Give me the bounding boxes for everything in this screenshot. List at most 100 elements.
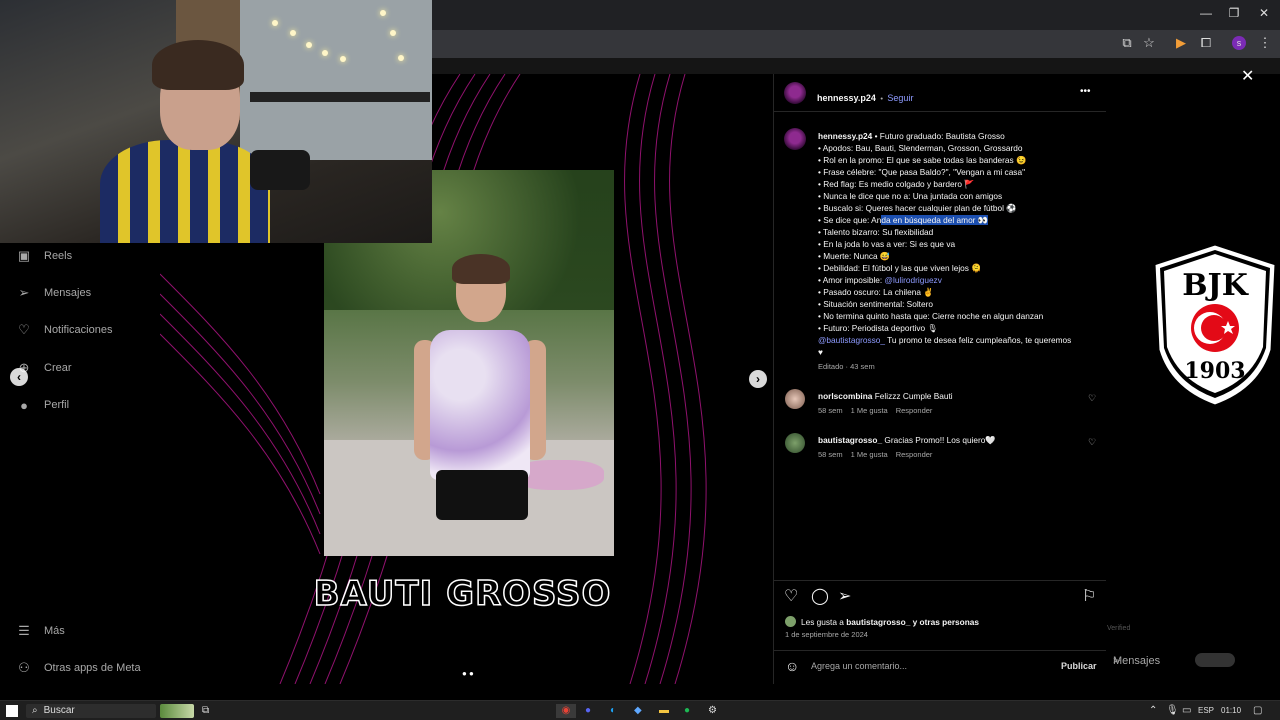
comment-likes[interactable]: 1 Me gusta (851, 450, 888, 459)
caption-avatar[interactable] (784, 128, 806, 150)
profile-icon: ● (20, 397, 28, 413)
restore-button[interactable]: ❐ (1224, 6, 1244, 22)
share-send-icon[interactable]: ➢ (838, 586, 851, 606)
reply-button[interactable]: Responder (896, 450, 933, 459)
taskbar-widget[interactable] (160, 704, 194, 718)
browser-title-bar (430, 0, 1280, 30)
sidebar-item-label: Crear (44, 362, 72, 374)
task-view-icon[interactable]: ⧉ (202, 704, 209, 718)
comment-likes[interactable]: 1 Me gusta (851, 406, 888, 415)
sidebar-item-messages[interactable]: ➢ Mensajes (16, 283, 92, 303)
verified-label: Verified (1107, 625, 1131, 632)
likes-summary[interactable]: Les gusta a bautistagrosso_ y otras pers… (801, 616, 979, 628)
sidebar-item-label: Más (44, 625, 65, 637)
close-modal-button[interactable]: ✕ (1241, 66, 1254, 86)
mic-icon[interactable]: 🎙 (1166, 704, 1179, 718)
author-avatar[interactable] (784, 82, 806, 104)
comment-like-heart-icon[interactable]: ♡ (1088, 393, 1096, 404)
caption-line: • No termina quinto hasta que: Cierre no… (818, 311, 1044, 321)
sidebar-item-label: Perfil (44, 399, 70, 411)
caption-line: @bautistagrosso_ Tu promo te desea feliz… (818, 335, 1072, 345)
mention-link[interactable]: @lulirodriguezv (885, 275, 942, 285)
caption-username[interactable]: hennessy.p24 (818, 131, 872, 141)
like-heart-icon[interactable]: ♡ (784, 586, 798, 606)
post-overlay-title: BAUTI GROSSO (313, 573, 612, 615)
caption-first-line: hennessy.p24 • Futuro graduado: Bautista… (818, 131, 1005, 141)
app-taskbar-icon[interactable]: ⚙ (708, 704, 717, 718)
windows-start-icon[interactable] (6, 705, 18, 717)
comment-bubble-icon[interactable]: ◯ (811, 586, 829, 606)
commenter-avatar[interactable] (785, 389, 805, 409)
comment-username[interactable]: bautistagrosso_ (818, 435, 882, 445)
sidebar-item-notifications[interactable]: ♡ Notificaciones (16, 320, 112, 340)
caption-line: • Rol en la promo: El que se sabe todas … (818, 155, 1027, 165)
save-bookmark-icon[interactable]: ⚐ (1082, 586, 1096, 606)
mention-link[interactable]: @bautistagrosso_ (818, 335, 885, 345)
app-taskbar-icon[interactable]: ◆ (634, 704, 642, 718)
browser-menu-icon[interactable]: ⋮ (1256, 34, 1274, 52)
caption-line: • Futuro: Periodista deportivo 🎙 (818, 323, 938, 333)
actions-divider (774, 580, 1106, 581)
comment-input[interactable]: Agrega un comentario... (811, 661, 907, 671)
caption-line: • Debilidad: El fútbol y las que viven l… (818, 263, 982, 273)
minimize-button[interactable]: — (1196, 6, 1216, 22)
commenter-avatar[interactable] (785, 433, 805, 453)
profile-avatar-icon[interactable]: s (1232, 36, 1246, 50)
reply-button[interactable]: Responder (896, 406, 933, 415)
heart-icon: ♡ (18, 322, 30, 337)
sidebar-item-profile[interactable]: ● Perfil (16, 395, 69, 415)
comment-time: 58 sem (818, 406, 843, 415)
caption-line-selected: • Se dice que: Anda en búsqueda del amor… (818, 215, 989, 225)
post-date: 1 de septiembre de 2024 (785, 630, 868, 639)
windows-taskbar: ⌕ Buscar ⧉ ◉ ● ◐ ◆ ▬ ● ⚙ ⌃ 🎙 ▭ ESP 01:10 … (0, 700, 1280, 720)
network-icon[interactable]: ▭ (1182, 704, 1191, 718)
comment-like-heart-icon[interactable]: ♡ (1088, 437, 1096, 448)
taskbar-search[interactable]: ⌕ Buscar (26, 704, 156, 718)
chat-avatars (1195, 653, 1235, 667)
sidebar-item-label: Otras apps de Meta (44, 662, 141, 674)
reels-icon: ▣ (17, 248, 31, 263)
caption-line: • Buscalo si: Queres hacer cualquier pla… (818, 203, 1017, 213)
language-indicator[interactable]: ESP (1198, 704, 1214, 718)
next-image-button[interactable]: › (749, 370, 767, 388)
install-icon[interactable]: ⧉ (1118, 34, 1136, 52)
prev-post-button[interactable]: ‹ (10, 368, 28, 386)
tray-chevron-icon[interactable]: ⌃ (1149, 704, 1157, 718)
clock[interactable]: 01:10 (1221, 704, 1241, 718)
author-username[interactable]: hennessy.p24 (817, 93, 876, 103)
liker-avatar[interactable] (785, 616, 796, 627)
extensions-icon[interactable]: ⧠ (1197, 34, 1215, 52)
meta-apps-icon: ⚇ (18, 660, 30, 675)
spotify-taskbar-icon[interactable]: ● (684, 704, 690, 718)
sidebar-item-more[interactable]: ☰ Más (16, 621, 65, 641)
messages-dock[interactable]: ➢ Mensajes (1107, 648, 1280, 674)
comment-text: Felizzz Cumple Bauti (872, 391, 953, 401)
edge-taskbar-icon[interactable]: ◐ (610, 704, 616, 718)
caption-block: hennessy.p24 • Futuro graduado: Bautista… (818, 130, 1103, 371)
publish-button[interactable]: Publicar (1061, 661, 1097, 671)
sidebar-item-meta-apps[interactable]: ⚇ Otras apps de Meta (16, 658, 141, 678)
sidebar-item-label: Mensajes (44, 287, 92, 299)
messages-icon: ➢ (18, 285, 30, 300)
discord-taskbar-icon[interactable]: ● (585, 704, 591, 718)
caption-line: • Red flag: Es medio colgado y bardero 🚩 (818, 179, 975, 189)
emoji-icon[interactable]: ☺ (785, 658, 799, 674)
sidebar-item-reels[interactable]: ▣ Reels (16, 246, 72, 266)
follow-button[interactable]: Seguir (887, 93, 913, 103)
caption-line: • Pasado oscuro: La chilena ✌ (818, 287, 934, 297)
chrome-taskbar-icon[interactable]: ◉ (556, 704, 576, 718)
bjk-logo: BJK 1903 (1150, 240, 1280, 410)
header-divider (774, 111, 1106, 112)
close-window-button[interactable]: ✕ (1254, 6, 1274, 22)
file-explorer-icon[interactable]: ▬ (659, 704, 669, 718)
caption-edited: Editado · 43 sem (818, 362, 875, 371)
extension-play-icon[interactable]: ▶ (1172, 34, 1190, 52)
post-header: hennessy.p24 • Seguir (817, 88, 913, 106)
comment-text: Gracias Promo!! Los quiero🤍 (882, 435, 996, 445)
comment-item: bautistagrosso_ Gracias Promo!! Los quie… (818, 434, 1078, 459)
comment-username[interactable]: norlscombina (818, 391, 872, 401)
bookmark-star-icon[interactable]: ☆ (1140, 34, 1158, 52)
notifications-icon[interactable]: ▢ (1253, 704, 1262, 718)
caption-line: • Amor imposible: @lulirodriguezv (818, 275, 942, 285)
more-options-icon[interactable]: ••• (1080, 86, 1091, 97)
